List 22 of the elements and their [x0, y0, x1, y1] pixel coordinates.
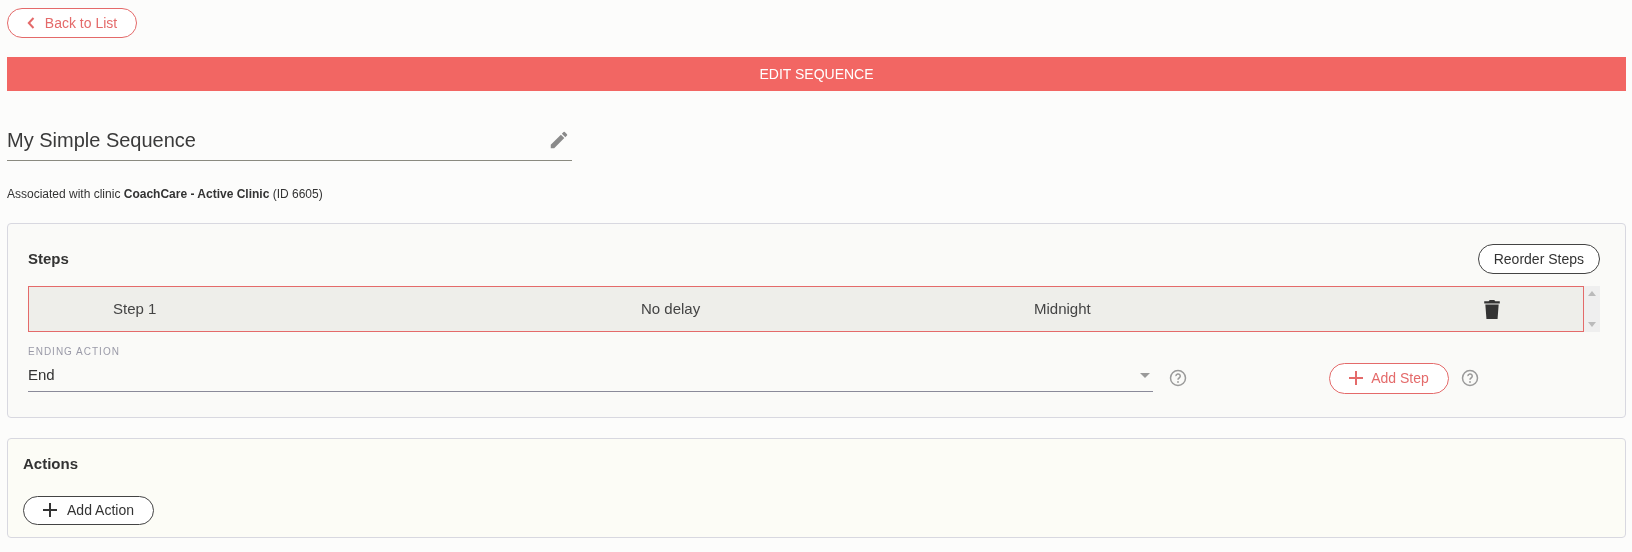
chevron-left-icon — [26, 17, 35, 29]
step-time: Midnight — [1034, 298, 1092, 319]
scroll-up-icon[interactable] — [1588, 291, 1596, 296]
help-icon[interactable] — [1461, 368, 1479, 387]
sequence-name-field[interactable]: My Simple Sequence — [7, 121, 572, 161]
reorder-steps-button[interactable]: Reorder Steps — [1477, 244, 1600, 274]
plus-icon — [43, 503, 58, 517]
plus-icon — [1349, 371, 1364, 385]
steps-title: Steps — [28, 248, 69, 269]
help-icon[interactable] — [1169, 368, 1187, 387]
clinic-association-text: Associated with clinic CoachCare - Active Clinic (ID 6605) — [7, 186, 324, 203]
add-action-button[interactable]: Add Action — [23, 495, 154, 525]
step-row[interactable]: Step 1 No delay Midnight — [28, 286, 1584, 332]
trash-icon[interactable] — [1484, 299, 1500, 319]
banner-title: EDIT SEQUENCE — [759, 64, 874, 84]
scrollbar[interactable] — [1584, 286, 1600, 332]
scroll-down-icon[interactable] — [1588, 322, 1596, 327]
ending-action-dropdown[interactable]: ENDING ACTION End — [28, 344, 1153, 392]
caret-down-icon — [1140, 372, 1150, 378]
step-name: Step 1 — [113, 298, 158, 319]
step-delay: No delay — [641, 298, 702, 319]
actions-title: Actions — [23, 454, 79, 474]
